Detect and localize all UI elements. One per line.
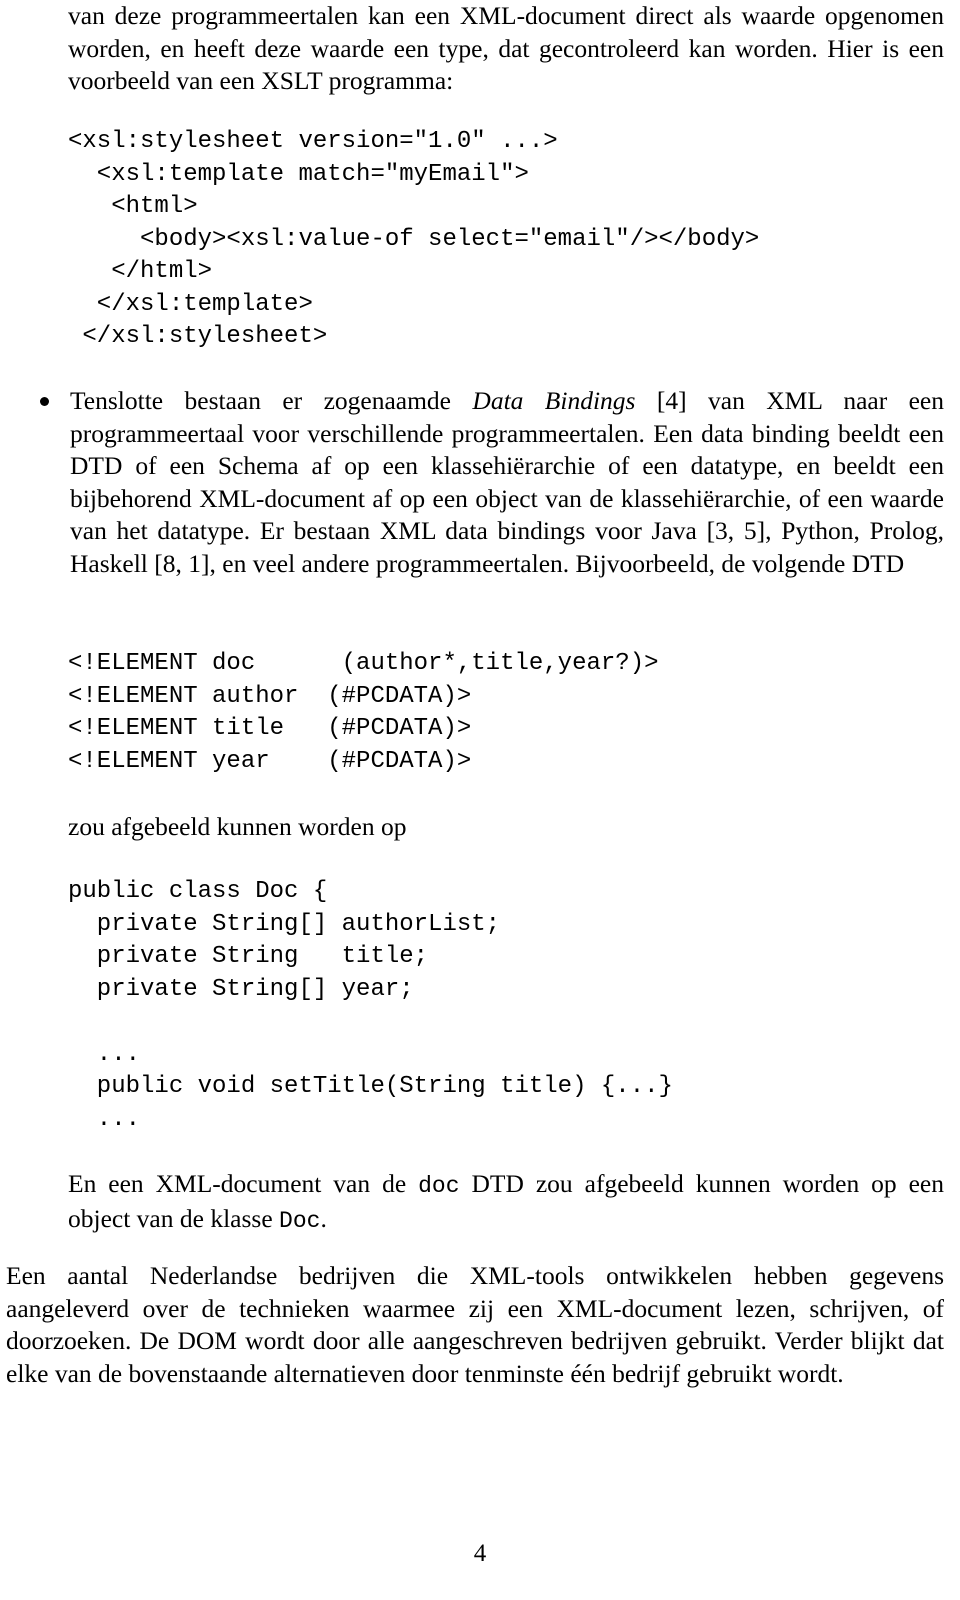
bullet-text-italic: Data Bindings: [472, 386, 636, 415]
bullet-item-text: Tenslotte bestaan er zogenaamde Data Bin…: [70, 385, 944, 580]
page-number: 4: [473, 1540, 487, 1567]
bullet-dot-icon: [40, 397, 49, 406]
code-block-xslt: <xsl:stylesheet version="1.0" ...> <xsl:…: [68, 128, 760, 350]
code-block-java: public class Doc { private String[] auth…: [68, 878, 673, 1133]
paragraph-en-een-xml-document: En een XML-document van de doc DTD zou a…: [68, 1168, 944, 1237]
paragraph-bedrijven: Een aantal Nederlandse bedrijven die XML…: [6, 1261, 944, 1388]
para-en-een-mono-Doc: Doc: [279, 1207, 321, 1234]
paragraph-zou-afgebeeld: zou afgebeeld kunnen worden op: [68, 812, 407, 841]
code-block-dtd: <!ELEMENT doc (author*,title,year?)> <!E…: [68, 650, 659, 775]
para-en-een-part3: .: [320, 1203, 327, 1233]
bullet-text-part1: Tenslotte bestaan er zogenaamde: [70, 386, 473, 415]
paragraph-continuation: van deze programmeertalen kan een XML-do…: [68, 1, 944, 95]
para-en-een-part1: En een XML-document van de: [68, 1169, 419, 1198]
document-page: van deze programmeertalen kan een XML-do…: [0, 0, 960, 1600]
para-en-een-mono-doc: doc: [418, 1173, 460, 1199]
